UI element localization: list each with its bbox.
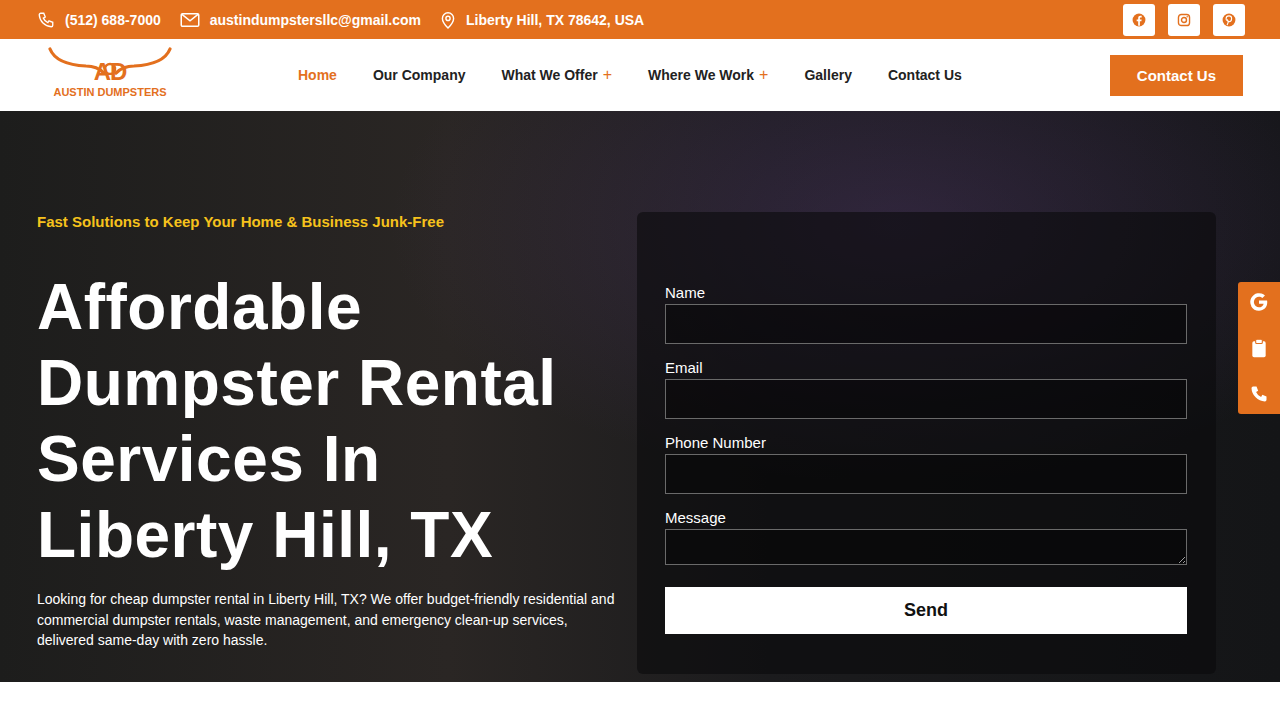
nav-label: Home: [298, 67, 337, 83]
heading-line: Dumpster Rental: [37, 345, 627, 421]
hero-copy: Fast Solutions to Keep Your Home & Busin…: [37, 111, 627, 651]
form-field: Message: [665, 509, 1187, 565]
email-link[interactable]: austindumpstersllc@gmail.com: [180, 12, 421, 28]
field-label: Email: [665, 359, 1187, 377]
pinterest-button[interactable]: [1213, 4, 1245, 36]
expand-icon: +: [603, 66, 612, 84]
text-input[interactable]: [665, 304, 1187, 344]
form-field: Email: [665, 359, 1187, 419]
phone-icon: [1249, 384, 1269, 404]
phone-icon: [37, 11, 55, 29]
clipboard-icon: [1250, 338, 1268, 358]
form-field: Phone Number: [665, 434, 1187, 494]
pinterest-icon: [1222, 13, 1236, 27]
facebook-button[interactable]: [1123, 4, 1155, 36]
email-text: austindumpstersllc@gmail.com: [210, 12, 421, 28]
hero: Fast Solutions to Keep Your Home & Busin…: [0, 111, 1280, 682]
nav-label: Gallery: [804, 67, 851, 83]
call-button[interactable]: [1247, 382, 1271, 406]
field-label: Name: [665, 284, 1187, 302]
nav-item[interactable]: Gallery: [804, 67, 851, 83]
logo[interactable]: AD AUSTIN DUMPSTERS: [48, 47, 172, 99]
logo-monogram: AD: [94, 61, 127, 83]
hero-heading: AffordableDumpster RentalServices InLibe…: [37, 269, 627, 573]
contact-info: (512) 688-7000 austindumpstersllc@gmail.c…: [37, 10, 644, 30]
field-label: Phone Number: [665, 434, 1187, 452]
instagram-button[interactable]: [1168, 4, 1200, 36]
nav-item[interactable]: Our Company: [373, 67, 466, 83]
page: (512) 688-7000 austindumpstersllc@gmail.c…: [0, 0, 1280, 720]
quote-form: Name Email Phone Number Message Send: [637, 212, 1216, 674]
nav-label: Where We Work: [648, 67, 754, 83]
floating-actions: [1238, 282, 1280, 414]
google-icon: [1248, 291, 1270, 313]
heading-line: Services In: [37, 421, 627, 497]
location-pin-icon: [440, 10, 456, 30]
phone-text: (512) 688-7000: [65, 12, 161, 28]
phone-link[interactable]: (512) 688-7000: [37, 11, 161, 29]
address-text: Liberty Hill, TX 78642, USA: [466, 12, 644, 28]
nav-bar: AD AUSTIN DUMPSTERS Home Our Company What We…: [0, 39, 1280, 111]
text-input[interactable]: [665, 379, 1187, 419]
text-input[interactable]: [665, 454, 1187, 494]
heading-line: Liberty Hill, TX: [37, 497, 627, 573]
main-menu: HomeOur CompanyWhat We Offer+Where We Wo…: [298, 66, 962, 84]
expand-icon: +: [759, 66, 768, 84]
social-links: [1123, 4, 1245, 36]
nav-label: Our Company: [373, 67, 466, 83]
logo-name: AUSTIN DUMPSTERS: [53, 85, 166, 99]
hero-text: Looking for cheap dumpster rental in Lib…: [37, 589, 617, 651]
google-button[interactable]: [1247, 290, 1271, 314]
nav-label: Contact Us: [888, 67, 962, 83]
contact-button[interactable]: Contact Us: [1110, 55, 1243, 96]
nav-label: What We Offer: [501, 67, 597, 83]
nav-item[interactable]: What We Offer +: [501, 66, 612, 84]
hero-tagline: Fast Solutions to Keep Your Home & Busin…: [37, 213, 627, 231]
quote-button[interactable]: [1247, 336, 1271, 360]
form-field: Name: [665, 284, 1187, 344]
instagram-icon: [1177, 13, 1191, 27]
field-label: Message: [665, 509, 1187, 527]
facebook-icon: [1132, 13, 1146, 27]
address-link[interactable]: Liberty Hill, TX 78642, USA: [440, 10, 644, 30]
message-input[interactable]: [665, 529, 1187, 565]
nav-item[interactable]: Contact Us: [888, 67, 962, 83]
envelope-icon: [180, 12, 200, 28]
top-bar: (512) 688-7000 austindumpstersllc@gmail.c…: [0, 0, 1280, 39]
nav-item[interactable]: Home: [298, 67, 337, 83]
nav-item[interactable]: Where We Work +: [648, 66, 768, 84]
send-button[interactable]: Send: [665, 587, 1187, 634]
heading-line: Affordable: [37, 269, 627, 345]
